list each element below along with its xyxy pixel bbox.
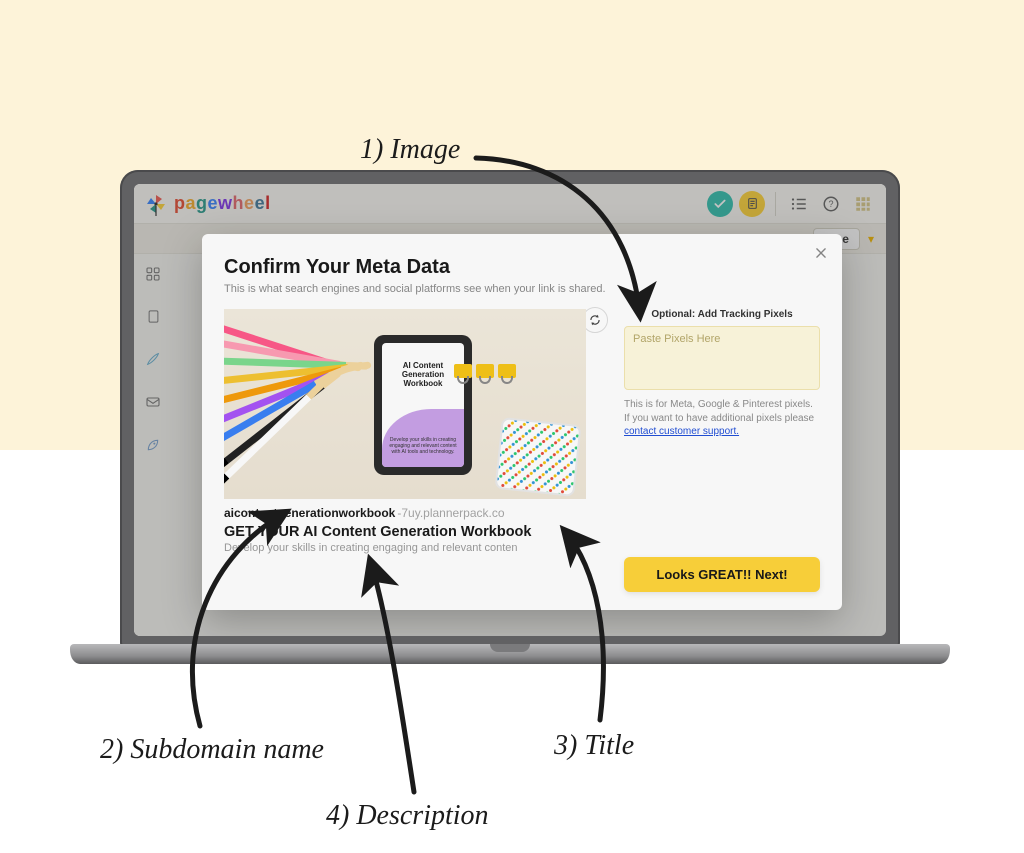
og-preview-card: AI Content Generation Workbook Develop y… <box>224 309 604 554</box>
laptop-notch <box>490 644 530 652</box>
preview-title[interactable]: GET YOUR AI Content Generation Workbook <box>224 524 604 540</box>
dotted-notebook <box>494 417 581 497</box>
optional-pixels-label: Optional: Add Tracking Pixels <box>624 309 820 320</box>
close-button[interactable] <box>814 246 828 265</box>
annotation-2-label: 2) Subdomain name <box>100 734 324 766</box>
modal-subtitle: This is what search engines and social p… <box>224 283 820 295</box>
pixels-textarea[interactable]: Paste Pixels Here <box>624 326 820 390</box>
preview-description[interactable]: Develop your skills in creating engaging… <box>224 542 586 554</box>
laptop-mockup: pagewheel ? <box>70 170 950 690</box>
tablet-caption: Develop your skills in creating engaging… <box>388 437 458 455</box>
tablet-line2: Generation <box>402 370 444 379</box>
preview-url-row: aicontentgenerationworkbook-7uy.plannerp… <box>224 506 604 520</box>
preview-subdomain[interactable]: aicontentgenerationworkbook <box>224 506 395 520</box>
annotation-3-label: 3) Title <box>554 730 634 762</box>
binder-clips <box>454 364 516 386</box>
laptop-screen-frame: pagewheel ? <box>120 170 900 650</box>
preview-domain-suffix: -7uy.plannerpack.co <box>397 506 504 520</box>
annotation-4-label: 4) Description <box>326 800 489 832</box>
tablet-line1: AI Content <box>403 361 443 370</box>
app-screen: pagewheel ? <box>134 184 886 636</box>
tablet-line3: Workbook <box>404 379 443 388</box>
pixels-placeholder-text: Paste Pixels Here <box>633 333 720 345</box>
tablet-mockup: AI Content Generation Workbook Develop y… <box>374 335 472 475</box>
next-button[interactable]: Looks GREAT!! Next! <box>624 557 820 592</box>
contact-support-link[interactable]: contact customer support. <box>624 426 739 437</box>
meta-data-modal: Confirm Your Meta Data This is what sear… <box>202 234 842 610</box>
pixels-support-text: This is for Meta, Google & Pinterest pix… <box>624 398 820 439</box>
refresh-icon <box>588 313 602 327</box>
annotation-1-label: 1) Image <box>360 134 460 166</box>
og-preview-image: AI Content Generation Workbook Develop y… <box>224 309 586 499</box>
close-icon <box>814 246 828 260</box>
modal-title: Confirm Your Meta Data <box>224 256 820 279</box>
